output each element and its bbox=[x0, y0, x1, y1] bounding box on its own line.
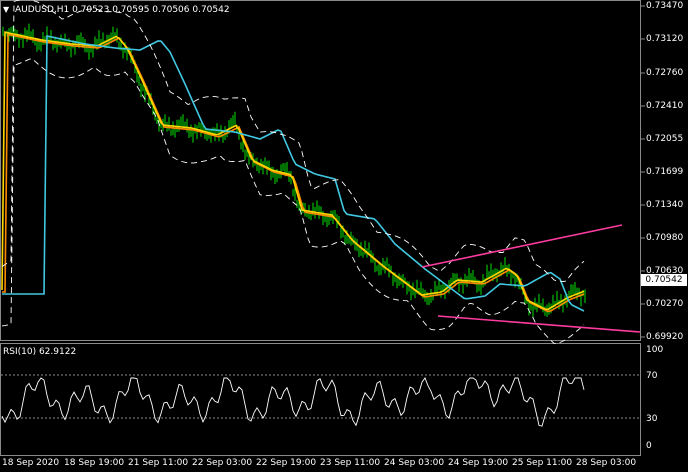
moving-average-line bbox=[1, 31, 585, 311]
rsi-axis-label: 70 bbox=[646, 371, 658, 381]
price-label: 0.72760 bbox=[646, 68, 684, 78]
rsi-line bbox=[1, 377, 585, 427]
time-label: 22 Sep 19:00 bbox=[256, 458, 317, 468]
time-label: 24 Sep 03:00 bbox=[384, 458, 445, 468]
chart-title: AUDUSD,H1 0.70523 0.70595 0.70506 0.7054… bbox=[15, 5, 230, 15]
time-label: 24 Sep 19:00 bbox=[448, 458, 509, 468]
lower-trendline bbox=[437, 315, 641, 333]
time-label: 18 Sep 19:00 bbox=[64, 458, 125, 468]
bollinger-band-line bbox=[1, 58, 585, 345]
price-label: 0.72410 bbox=[646, 101, 684, 111]
time-label: 23 Sep 11:00 bbox=[320, 458, 381, 468]
rsi-axis-label: 0 bbox=[646, 441, 652, 451]
rsi-title: RSI(10) 62.9122 bbox=[3, 347, 77, 357]
price-label: 0.69920 bbox=[646, 332, 684, 342]
price-label: 0.71699 bbox=[646, 167, 684, 177]
time-label: 22 Sep 03:00 bbox=[192, 458, 253, 468]
price-label: 0.70270 bbox=[646, 299, 684, 309]
upper-trendline bbox=[421, 224, 623, 268]
price-label: 0.71340 bbox=[646, 200, 684, 210]
collapse-icon[interactable]: ▼ bbox=[3, 5, 9, 15]
bollinger-band-line bbox=[1, 0, 585, 282]
time-label: 21 Sep 11:00 bbox=[128, 458, 189, 468]
price-label: 0.73120 bbox=[646, 34, 684, 44]
price-label: 0.70980 bbox=[646, 233, 684, 243]
price-chart-canvas bbox=[1, 0, 645, 427]
price-label: 0.72055 bbox=[646, 134, 684, 144]
current-price-badge: 0.70542 bbox=[641, 274, 687, 286]
rsi-axis-label: 100 bbox=[646, 345, 664, 355]
price-label: 0.73470 bbox=[646, 1, 684, 11]
time-label: 28 Sep 03:00 bbox=[576, 458, 637, 468]
time-label: 18 Sep 2020 bbox=[2, 458, 60, 468]
rsi-axis-label: 30 bbox=[646, 414, 658, 424]
time-label: 25 Sep 11:00 bbox=[512, 458, 573, 468]
